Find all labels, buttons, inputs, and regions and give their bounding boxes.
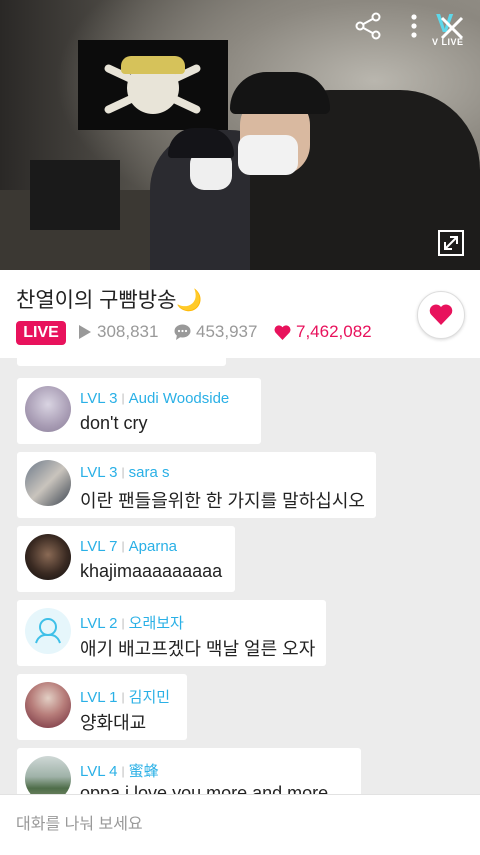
meta-separator: |: [121, 539, 125, 553]
user-name[interactable]: 蜜蜂: [129, 763, 159, 780]
user-avatar: [25, 534, 71, 580]
meta-separator: |: [121, 465, 125, 479]
video-person-right-mask: [238, 135, 298, 175]
user-level: LVL 7: [80, 538, 118, 555]
chat-message: LVL 7 | Aparna khajimaaaaaaaaa: [17, 526, 235, 592]
broadcast-title: 찬열이의 구빰방송🌙: [16, 289, 203, 312]
user-name[interactable]: 김지민: [129, 689, 170, 706]
user-level: LVL 2: [80, 615, 118, 632]
video-monitor: [30, 160, 120, 230]
close-icon[interactable]: [436, 12, 468, 44]
expand-icon[interactable]: [436, 228, 466, 258]
user-avatar: [25, 386, 71, 432]
user-avatar: [25, 756, 71, 794]
chat-message: LVL 2 | 오래보자 애기 배고프겠다 맥날 얼른 오자: [17, 600, 326, 666]
play-icon: [79, 325, 91, 339]
message-text: 애기 배고프겠다 맥날 얼른 오자: [80, 639, 316, 659]
chat-message: LVL 3 | Audi Woodside don't cry: [17, 378, 261, 444]
user-name[interactable]: 오래보자: [129, 615, 184, 632]
chat-input-bar: [0, 794, 480, 855]
message-meta: LVL 7 | Aparna: [80, 538, 177, 555]
message-meta: LVL 2 | 오래보자: [80, 612, 184, 633]
message-meta: LVL 3 | Audi Woodside: [80, 390, 229, 407]
view-count-value: 308,831: [97, 322, 159, 341]
heart-icon: [429, 304, 453, 325]
user-level: LVL 3: [80, 464, 118, 481]
user-level: LVL 1: [80, 689, 118, 706]
message-text: oppa i love you more and more: [80, 783, 329, 794]
user-name[interactable]: Aparna: [129, 538, 177, 555]
chat-message: LVL 1 | 김지민 양화대교: [17, 674, 187, 740]
chat-message: LVL 3 | sara s 이란 팬들을위한 한 가지를 말하십시오: [17, 452, 376, 518]
user-name[interactable]: Audi Woodside: [129, 390, 230, 407]
heart-icon: [274, 324, 291, 340]
more-icon[interactable]: [404, 10, 424, 42]
chat-list[interactable]: LVL 3 | Audi Woodside don't cry LVL 3 | sara…: [0, 358, 480, 794]
live-badge: LIVE: [16, 321, 66, 345]
message-meta: LVL 1 | 김지민: [80, 686, 170, 707]
like-button[interactable]: [417, 291, 465, 339]
user-avatar: [25, 460, 71, 506]
meta-separator: |: [121, 690, 125, 704]
video-person-right-cap: [230, 72, 330, 114]
user-avatar: [25, 682, 71, 728]
default-avatar-icon: [25, 608, 71, 654]
comment-icon: [174, 324, 191, 340]
comment-count-value: 453,937: [196, 322, 258, 341]
user-placeholder-icon: [35, 618, 61, 644]
meta-separator: |: [121, 616, 125, 630]
view-count: 308,831: [78, 322, 158, 342]
meta-separator: |: [121, 391, 125, 405]
user-level: LVL 3: [80, 390, 118, 407]
broadcast-info: 찬열이의 구빰방송🌙 LIVE 308,831 453,937 7,462,08…: [0, 270, 480, 358]
message-meta: LVL 4 | 蜜蜂: [80, 760, 159, 781]
chat-message-partial: [17, 358, 226, 366]
message-text: don't cry: [80, 413, 148, 433]
user-level: LVL 4: [80, 763, 118, 780]
like-count-value: 7,462,082: [296, 322, 372, 341]
comment-count: 453,937: [174, 322, 257, 342]
message-text: 이란 팬들을위한 한 가지를 말하십시오: [80, 491, 365, 511]
message-meta: LVL 3 | sara s: [80, 464, 170, 481]
message-text: khajimaaaaaaaaa: [80, 561, 223, 581]
video-player[interactable]: V V LIVE: [0, 0, 480, 270]
chat-message: LVL 4 | 蜜蜂 oppa i love you more and more: [17, 748, 361, 794]
like-count: 7,462,082: [274, 322, 372, 342]
flag-hat: [121, 56, 185, 74]
meta-separator: |: [121, 764, 125, 778]
user-name[interactable]: sara s: [129, 464, 170, 481]
message-text: 양화대교: [80, 713, 147, 733]
share-icon[interactable]: [352, 10, 384, 42]
chat-input[interactable]: [0, 795, 472, 855]
